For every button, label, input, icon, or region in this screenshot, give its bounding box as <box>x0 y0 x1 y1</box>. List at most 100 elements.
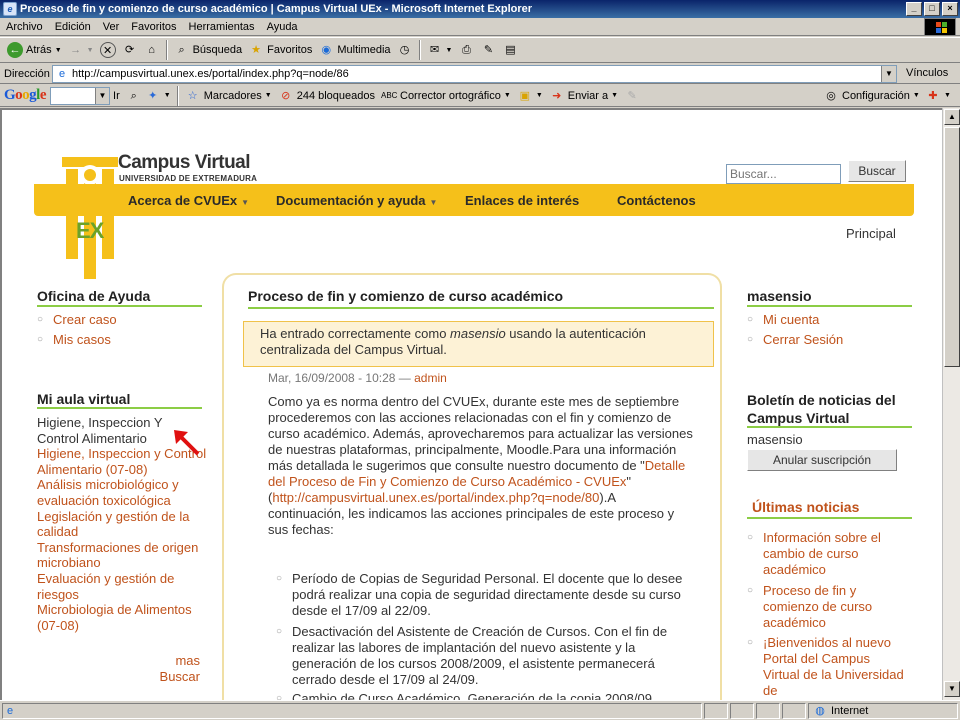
printer-icon: ⎙ <box>462 44 471 56</box>
popup-blocker-button[interactable]: ⊘ 244 bloqueados <box>275 85 378 107</box>
list-item: ○ Cambio de Curso Académico. Generación d… <box>276 691 652 700</box>
home-button[interactable]: ⌂ <box>141 39 163 61</box>
nav-about[interactable]: Acerca de CVUEx ▼ <box>128 193 249 208</box>
spellcheck-icon: ABC <box>381 90 398 100</box>
star-folder-icon: ★ <box>251 44 262 56</box>
vertical-scrollbar[interactable]: ▲ ▼ <box>942 108 960 700</box>
settings-button[interactable]: ◎ Configuración ▼ <box>820 85 923 107</box>
spellcheck-button[interactable]: ABC Corrector ortográfico ▼ <box>378 85 514 107</box>
site-search-button[interactable]: Buscar <box>848 160 906 182</box>
history-button[interactable]: ◷ <box>394 39 416 61</box>
windows-logo-icon <box>924 18 956 36</box>
star-icon: ☆ <box>187 89 198 102</box>
google-search-input[interactable]: ▼ <box>50 86 111 105</box>
fill-button[interactable]: ▣ ▼ <box>514 85 546 107</box>
breadcrumb[interactable]: Principal <box>846 226 896 241</box>
address-label: Dirección <box>4 67 50 80</box>
menu-archivo[interactable]: Archivo <box>0 21 49 33</box>
red-arrow-icon <box>174 430 200 456</box>
address-input[interactable]: e http://campusvirtual.unex.es/portal/in… <box>52 65 897 83</box>
security-zone: ◍ Internet <box>808 703 958 719</box>
list-item: ○ Desactivación del Asistente de Creación… <box>276 624 668 687</box>
discuss-button[interactable]: ▤ <box>499 39 521 61</box>
ie-icon: e <box>3 2 17 16</box>
course-link[interactable]: Microbiologia de Alimentos (07-08) <box>37 602 207 633</box>
settings-icon: ◎ <box>826 89 836 102</box>
menu-bar: Archivo Edición Ver Favoritos Herramient… <box>0 18 960 36</box>
google-logo[interactable]: Google <box>4 87 47 104</box>
menu-favoritos[interactable]: Favoritos <box>125 21 182 33</box>
news-link[interactable]: ○ Proceso de fin y comienzo de curso acad… <box>747 583 907 631</box>
google-go-button[interactable]: Ir <box>110 85 123 107</box>
refresh-icon: ⟳ <box>124 44 135 56</box>
pen-icon: ✎ <box>627 89 637 102</box>
news-link[interactable]: ○ Información sobre el cambio de curso ac… <box>747 530 907 578</box>
classroom-title: Mi aula virtual <box>37 391 131 407</box>
bookmarks-button[interactable]: ☆ Marcadores ▼ <box>182 85 275 107</box>
classroom-more-link[interactable]: mas <box>142 653 200 668</box>
home-icon: ⌂ <box>148 44 155 56</box>
highlight-button[interactable]: ✎ <box>621 85 643 107</box>
help-link-create[interactable]: ○ Crear caso <box>37 312 117 328</box>
menu-edicion[interactable]: Edición <box>49 21 97 33</box>
back-button[interactable]: ← Atrás ▼ <box>4 39 65 61</box>
media-button[interactable]: ◉ Multimedia <box>315 39 393 61</box>
main-nav: Acerca de CVUEx ▼ Documentación y ayuda ▼ … <box>34 184 914 216</box>
forward-button[interactable]: → ▼ <box>65 39 97 61</box>
extra-button[interactable]: ✚ ▼ <box>922 85 954 107</box>
stop-icon: ✕ <box>99 42 116 58</box>
logout-link[interactable]: ○ Cerrar Sesión <box>747 332 843 348</box>
scroll-down-button[interactable]: ▼ <box>944 681 960 697</box>
search-toolbar-button[interactable]: ⌕ Búsqueda <box>171 39 246 61</box>
help-link-cases[interactable]: ○ Mis casos <box>37 332 111 348</box>
caret-down-icon: ▼ <box>241 197 250 207</box>
favorites-button[interactable]: ★ Favoritos <box>245 39 315 61</box>
print-button[interactable]: ⎙ <box>455 39 477 61</box>
history-icon: ◷ <box>399 44 410 56</box>
detail-url-link[interactable]: http://campusvirtual.unex.es/portal/inde… <box>272 490 599 505</box>
google-options[interactable]: ⌕ ✦ ▼ <box>123 85 174 107</box>
scroll-thumb[interactable] <box>944 127 960 367</box>
globe-icon: ◍ <box>815 705 825 717</box>
menu-ver[interactable]: Ver <box>97 21 126 33</box>
links-label[interactable]: Vínculos <box>906 67 948 79</box>
edit-button[interactable]: ✎ <box>477 39 499 61</box>
close-button[interactable]: × <box>942 2 958 16</box>
popup-blocked-icon: ⊘ <box>281 89 291 102</box>
unsubscribe-button[interactable]: Anular suscripción <box>747 449 897 471</box>
my-account-link[interactable]: ○ Mi cuenta <box>747 312 819 328</box>
classroom-search-link[interactable]: Buscar <box>142 669 200 684</box>
site-search-input[interactable] <box>726 164 841 184</box>
author-link[interactable]: admin <box>414 371 447 385</box>
send-to-button[interactable]: ➜ Enviar a ▼ <box>546 85 621 107</box>
address-bar: Dirección e http://campusvirtual.unex.es… <box>0 64 960 84</box>
standard-toolbar: ← Atrás ▼ → ▼ ✕ ⟳ ⌂ ⌕ Búsqueda ★ Favorit… <box>0 37 960 63</box>
list-item: ○ Período de Copias de Seguridad Personal… <box>276 571 683 618</box>
brand-subtitle: UNIVERSIDAD DE EXTREMADURA <box>119 174 258 183</box>
help-office-title: Oficina de Ayuda <box>37 288 151 304</box>
nav-contact[interactable]: Contáctenos <box>617 193 696 208</box>
brand-title[interactable]: Campus Virtual <box>118 152 251 174</box>
page-done-icon: e <box>6 705 14 717</box>
address-dropdown[interactable]: ▼ <box>881 66 896 82</box>
course-link[interactable]: Legislación y gestión de la calidad <box>37 509 207 540</box>
send-icon: ➜ <box>552 89 562 102</box>
stop-button[interactable]: ✕ <box>97 39 119 61</box>
edit-icon: ✎ <box>483 44 494 56</box>
page-title: Proceso de fin y comienzo de curso acadé… <box>248 288 564 304</box>
course-link[interactable]: Análisis microbiológico y evaluación tox… <box>37 477 207 508</box>
menu-herramientas[interactable]: Herramientas <box>183 21 261 33</box>
refresh-button[interactable]: ⟳ <box>119 39 141 61</box>
mail-button[interactable]: ✉ ▼ <box>424 39 456 61</box>
minimize-button[interactable]: _ <box>906 2 922 16</box>
nav-links[interactable]: Enlaces de interés <box>465 193 579 208</box>
menu-ayuda[interactable]: Ayuda <box>261 21 304 33</box>
course-link[interactable]: Transformaciones de origen microbiano <box>37 540 207 571</box>
nav-docs[interactable]: Documentación y ayuda ▼ <box>276 193 437 208</box>
news-link[interactable]: ○ ¡Bienvenidos al nuevo Portal del Campus… <box>747 635 907 699</box>
scroll-up-button[interactable]: ▲ <box>944 109 960 125</box>
course-link[interactable]: Evaluación y gestión de riesgos <box>37 571 207 602</box>
caret-down-icon: ▼ <box>429 197 438 207</box>
maximize-button[interactable]: □ <box>924 2 940 16</box>
google-toolbar: Google ▼ Ir ⌕ ✦ ▼ ☆ Marcadores ▼ ⊘ 244 bl… <box>0 85 960 107</box>
